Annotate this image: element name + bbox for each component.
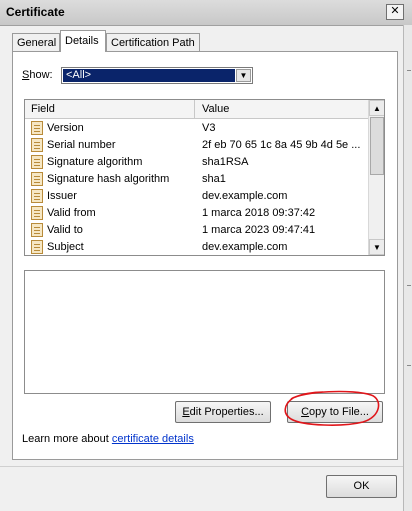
list-item[interactable]: Serial number 2f eb 70 65 1c 8a 45 9b 4d…	[25, 137, 368, 154]
field-value: 1 marca 2018 09:37:42	[202, 207, 316, 219]
field-value: sha1RSA	[202, 156, 249, 168]
title-bar: Certificate ✕	[0, 0, 412, 26]
field-name: Valid to	[47, 224, 83, 236]
list-item[interactable]: Valid from 1 marca 2018 09:37:42	[25, 205, 368, 222]
field-value: sha1	[202, 173, 226, 185]
mnemonic-letter: C	[301, 406, 310, 418]
column-header-field[interactable]: Field	[25, 100, 195, 118]
edit-properties-label: Edit Properties...	[182, 406, 264, 418]
list-item[interactable]: Valid to 1 marca 2023 09:47:41	[25, 222, 368, 239]
field-name: Subject	[47, 241, 84, 253]
dialog-separator	[0, 466, 403, 467]
field-name: Issuer	[47, 190, 77, 202]
edge-mark	[407, 70, 411, 71]
edit-properties-button[interactable]: Edit Properties...	[175, 401, 271, 423]
edge-mark	[407, 285, 411, 286]
list-item[interactable]: Version V3	[25, 120, 368, 137]
certificate-field-icon	[31, 138, 43, 152]
field-name: Valid from	[47, 207, 96, 219]
field-value: dev.example.com	[202, 241, 288, 253]
learn-more-prefix: Learn more about	[22, 433, 112, 445]
list-item[interactable]: Issuer dev.example.com	[25, 188, 368, 205]
window-edge	[403, 25, 412, 511]
field-detail-textbox[interactable]	[24, 270, 385, 394]
show-label: Show:	[22, 69, 53, 81]
field-name: Signature algorithm	[47, 156, 143, 168]
field-name: Version	[47, 122, 84, 134]
ok-button[interactable]: OK	[326, 475, 397, 498]
field-name: Signature hash algorithm	[47, 173, 170, 185]
field-value: dev.example.com	[202, 190, 288, 202]
scroll-thumb[interactable]	[370, 117, 384, 175]
learn-more-text: Learn more about certificate details	[22, 433, 194, 445]
field-value: 2f eb 70 65 1c 8a 45 9b 4d 5e ...	[202, 139, 361, 151]
certificate-field-icon	[31, 206, 43, 220]
list-item[interactable]: Subject dev.example.com	[25, 239, 368, 255]
mnemonic-letter: E	[182, 406, 190, 418]
certificate-field-icon	[31, 172, 43, 186]
chevron-down-icon[interactable]: ▼	[236, 69, 251, 82]
field-value: 1 marca 2023 09:47:41	[202, 224, 316, 236]
list-item[interactable]: Signature hash algorithm sha1	[25, 171, 368, 188]
certificate-field-icon	[31, 155, 43, 169]
certificate-field-icon	[31, 240, 43, 254]
show-dropdown[interactable]: <All> ▼	[61, 67, 253, 84]
vertical-scrollbar[interactable]: ▲ ▼	[368, 100, 384, 255]
show-label-rest: how:	[29, 69, 53, 81]
list-item[interactable]: Signature algorithm sha1RSA	[25, 154, 368, 171]
close-button[interactable]: ✕	[386, 4, 404, 20]
field-name: Serial number	[47, 139, 116, 151]
field-list[interactable]: Field Value Version V3 Serial number 2f …	[24, 99, 385, 256]
certificate-field-icon	[31, 121, 43, 135]
list-header: Field Value	[25, 100, 368, 119]
copy-to-file-label: Copy to File...	[301, 406, 369, 418]
certificate-details-link[interactable]: certificate details	[112, 433, 194, 445]
copy-to-file-button[interactable]: Copy to File...	[287, 401, 383, 423]
tab-general[interactable]: General	[12, 33, 60, 51]
certificate-field-icon	[31, 223, 43, 237]
edge-mark	[407, 365, 411, 366]
show-dropdown-value: <All>	[63, 69, 235, 82]
scroll-down-arrow-icon[interactable]: ▼	[369, 239, 384, 255]
window-title: Certificate	[6, 5, 65, 19]
certificate-field-icon	[31, 189, 43, 203]
field-value: V3	[202, 122, 216, 134]
column-header-value[interactable]: Value	[196, 100, 368, 118]
tab-details[interactable]: Details	[60, 30, 106, 52]
scroll-up-arrow-icon[interactable]: ▲	[369, 100, 384, 116]
tab-certification-path[interactable]: Certification Path	[106, 33, 200, 51]
